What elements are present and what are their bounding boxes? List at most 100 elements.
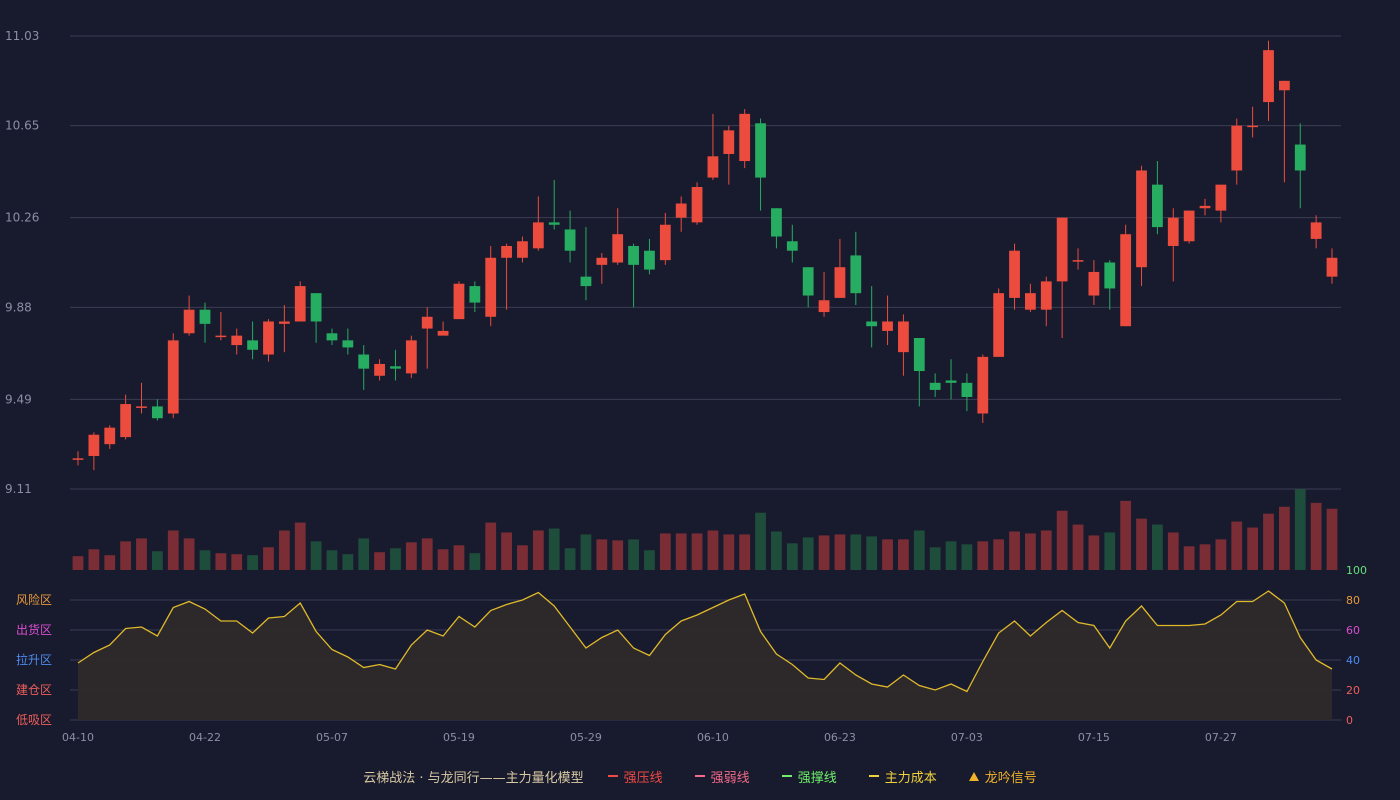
indicator-series: [77, 590, 1333, 720]
volume-bar: [358, 538, 370, 570]
date-tick-label: 07-15: [1078, 731, 1110, 744]
volume-bar: [1231, 521, 1243, 570]
volume-bar: [1199, 544, 1211, 570]
volume-bar: [691, 533, 703, 570]
candle-body: [421, 316, 433, 329]
legend-item-dragon-signal[interactable]: 龙吟信号: [968, 767, 1037, 786]
candle-body: [675, 203, 687, 218]
candle-body: [1247, 125, 1259, 128]
volume-bar: [517, 545, 528, 570]
zone-label: 建仓区: [16, 683, 52, 697]
candle-body: [580, 276, 592, 287]
candle-body: [1072, 260, 1084, 262]
volume-bar: [278, 530, 290, 570]
candle-body: [1056, 217, 1068, 282]
candle-body: [136, 406, 147, 408]
triangle-up-icon: [968, 771, 979, 781]
date-tick-label: 07-03: [951, 731, 983, 744]
candle-body: [1263, 50, 1274, 103]
candle-body: [1294, 144, 1306, 171]
volume-bar: [707, 530, 719, 570]
volume-bar: [1136, 518, 1147, 570]
candle-body: [691, 187, 703, 223]
volume-bar: [882, 539, 893, 570]
volume-bar: [294, 522, 306, 570]
date-tick-label: 07-27: [1205, 731, 1237, 744]
candle-body: [72, 458, 84, 460]
volume-bar: [120, 541, 132, 570]
indicator-tick-label: 80: [1346, 594, 1360, 607]
candle-body: [342, 340, 354, 348]
volume-bar: [1088, 535, 1100, 570]
price-tick-label: 9.88: [5, 300, 32, 314]
volume-bar: [898, 539, 909, 570]
legend-item-pressure-line[interactable]: 强压线: [607, 767, 663, 786]
price-axis: 11.03 10.65 10.26 9.88 9.49 9.11: [5, 29, 39, 496]
zone-label: 低吸区: [16, 713, 52, 727]
candle-body: [247, 340, 259, 350]
candle-body: [104, 427, 116, 445]
candle-body: [1151, 184, 1163, 228]
candle-body: [1040, 281, 1052, 310]
volume-bar: [993, 539, 1005, 570]
volume-bar: [961, 544, 973, 570]
volume-bar: [247, 555, 259, 570]
volume-bar: [421, 538, 433, 570]
candle-body: [834, 267, 846, 298]
indicator-tick-label: 20: [1346, 684, 1360, 697]
volume-bar: [596, 539, 608, 570]
volume-bar: [1247, 527, 1259, 570]
legend-item-main-cost[interactable]: 主力成本: [868, 767, 937, 786]
candle-body: [866, 321, 878, 327]
price-tick-label: 9.11: [5, 482, 32, 496]
candle-body: [1025, 293, 1036, 310]
chart-stage: 11.03 10.65 10.26 9.88 9.49 9.11 100 80 60 40 20 0…: [0, 0, 1400, 800]
date-tick-label: 05-07: [316, 731, 348, 744]
volume-bar: [469, 553, 481, 570]
candle-body: [1167, 217, 1179, 246]
candle-body: [596, 257, 608, 265]
volume-bar: [231, 554, 243, 570]
candle-body: [707, 156, 719, 178]
volume-bar: [1009, 531, 1020, 570]
candle-body: [88, 434, 100, 456]
volume-bar: [945, 541, 957, 570]
candle-body: [802, 267, 814, 296]
indicator-tick-label: 40: [1346, 654, 1360, 667]
volume-bar: [1294, 489, 1306, 570]
volume-bar: [151, 551, 163, 570]
legend-item-strength-line[interactable]: 强弱线: [694, 767, 750, 786]
date-tick-label: 05-29: [570, 731, 602, 744]
candle-body: [469, 286, 481, 303]
candle-body: [405, 340, 417, 374]
volume-bar: [1310, 502, 1322, 570]
zone-label: 风险区: [16, 592, 52, 607]
volume-bar: [1215, 539, 1227, 570]
candle-body: [485, 257, 497, 317]
candle-body: [723, 130, 735, 154]
legend-item-support-line[interactable]: 强撑线: [781, 767, 837, 786]
price-tick-label: 10.26: [5, 211, 39, 225]
volume-bar: [755, 512, 766, 570]
volume-bar: [1183, 546, 1195, 570]
volume-bar: [199, 550, 211, 570]
volume-bar: [866, 536, 878, 570]
candle-body: [771, 208, 782, 237]
volume-bar: [1151, 524, 1163, 570]
volume-bar: [580, 534, 592, 570]
legend-label-support-line: 强撑线: [797, 770, 837, 786]
candle-body: [882, 321, 893, 331]
date-tick-label: 06-10: [697, 731, 729, 744]
candle-body: [1310, 222, 1322, 239]
candle-body: [1136, 170, 1147, 268]
volume-bar: [723, 534, 735, 570]
price-tick-label: 9.49: [5, 392, 32, 406]
candle-body: [1278, 80, 1290, 91]
candle-body: [1215, 184, 1227, 211]
indicator-tick-label: 0: [1346, 714, 1353, 727]
candle-body: [1183, 210, 1195, 242]
date-tick-label: 04-22: [189, 731, 221, 744]
legend-swatch-main-cost: [868, 775, 879, 777]
date-tick-label: 04-10: [62, 731, 94, 744]
legend-title: 云梯战法 · 与龙同行——主力量化模型: [363, 770, 584, 786]
